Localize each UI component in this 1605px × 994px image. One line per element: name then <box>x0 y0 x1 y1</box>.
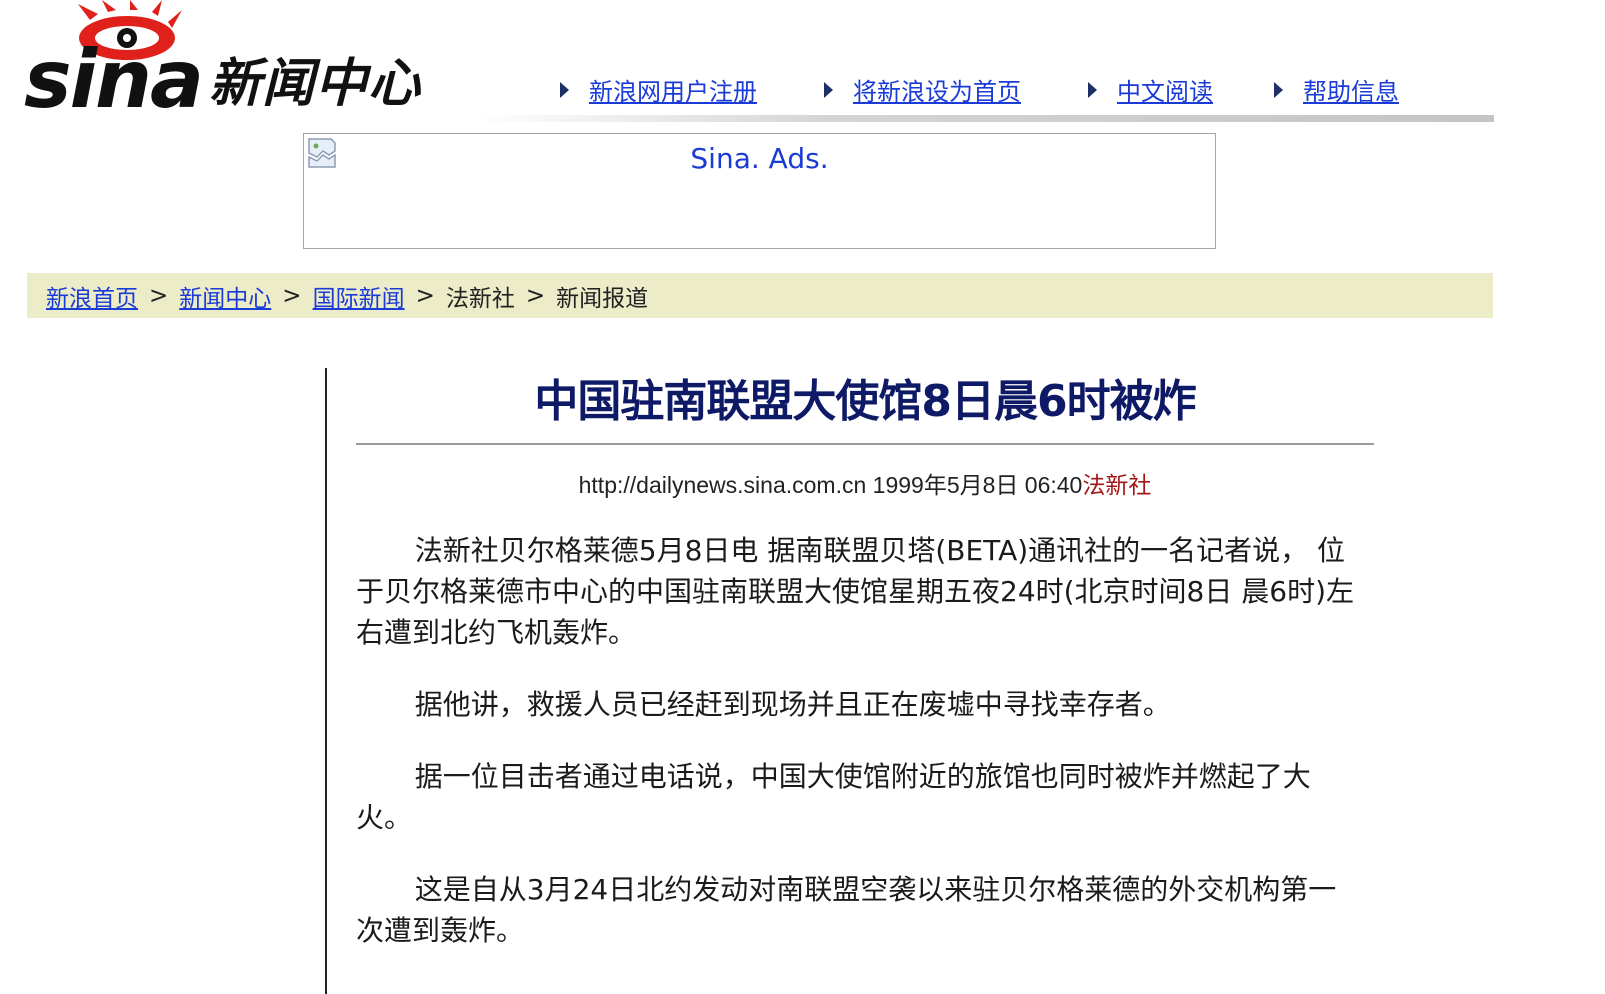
nav-link-help[interactable]: 帮助信息 <box>1303 72 1399 107</box>
breadcrumb-separator: > <box>282 282 302 309</box>
nav-item-set-homepage[interactable]: 将新浪设为首页 <box>824 72 1021 107</box>
sina-logo[interactable]: sina 新闻中心 <box>24 0 444 125</box>
triangle-right-icon <box>1088 81 1097 98</box>
article-paragraph: 据他讲，救援人员已经赶到现场并且正在废墟中寻找幸存者。 <box>414 688 1171 721</box>
logo-subtitle: 新闻中心 <box>209 54 422 114</box>
triangle-right-icon <box>560 81 569 98</box>
triangle-right-icon <box>1274 81 1283 98</box>
nav-divider <box>474 115 1494 122</box>
breadcrumb: 新浪首页 > 新闻中心 > 国际新闻 > 法新社 > 新闻报道 <box>27 273 1493 318</box>
breadcrumb-link-sina-home[interactable]: 新浪首页 <box>46 279 138 313</box>
nav-item-chinese-reading[interactable]: 中文阅读 <box>1088 72 1213 107</box>
page: sina 新闻中心 新浪网用户注册 将新浪设为首页 中文阅读 帮助信息 Sina… <box>0 0 1605 994</box>
article-paragraph: 这是自从3月24日北约发动对南联盟空袭以来驻贝尔格莱德的外交机构第一次遭到轰炸。 <box>356 873 1337 947</box>
breadcrumb-separator: > <box>525 282 546 309</box>
breadcrumb-item-news-report: 新闻报道 <box>556 285 649 312</box>
nav-link-chinese-reading[interactable]: 中文阅读 <box>1117 72 1213 107</box>
breadcrumb-item-afp: 法新社 <box>445 285 515 312</box>
breadcrumb-link-news-center[interactable]: 新闻中心 <box>179 279 271 313</box>
byline-source: 法新社 <box>1082 472 1152 498</box>
triangle-right-icon <box>824 81 833 98</box>
column-divider <box>325 368 327 994</box>
nav-link-set-homepage[interactable]: 将新浪设为首页 <box>853 72 1021 107</box>
breadcrumb-separator: > <box>149 282 169 309</box>
nav-item-register[interactable]: 新浪网用户注册 <box>560 72 757 107</box>
byline-date: 1999年5月8日 06:40 <box>872 472 1083 498</box>
breadcrumb-separator: > <box>415 282 435 309</box>
article-title: 中国驻南联盟大使馆8日晨6时被炸 <box>534 376 1196 427</box>
nav-link-register[interactable]: 新浪网用户注册 <box>589 72 757 107</box>
article-paragraph: 据一位目击者通过电话说，中国大使馆附近的旅馆也同时被炸并燃起了大火。 <box>356 760 1311 834</box>
logo-wordmark: sina <box>24 33 204 126</box>
article-byline: http://dailynews.sina.com.cn 1999年5月8日 0… <box>356 466 1374 500</box>
nav-item-help[interactable]: 帮助信息 <box>1274 72 1399 107</box>
breadcrumb-link-world-news[interactable]: 国际新闻 <box>313 279 405 313</box>
ad-banner[interactable]: Sina. Ads. <box>303 133 1216 249</box>
article-body: 法新社贝尔格莱德5月8日电 据南联盟贝塔(BETA)通讯社的一名记者说， 位于贝… <box>356 530 1356 982</box>
article-paragraph: 法新社贝尔格莱德5月8日电 据南联盟贝塔(BETA)通讯社的一名记者说， 位于贝… <box>356 534 1355 649</box>
title-divider <box>356 443 1374 445</box>
byline-url: http://dailynews.sina.com.cn <box>578 472 867 498</box>
ad-alt-text: Sina. Ads. <box>690 142 829 175</box>
